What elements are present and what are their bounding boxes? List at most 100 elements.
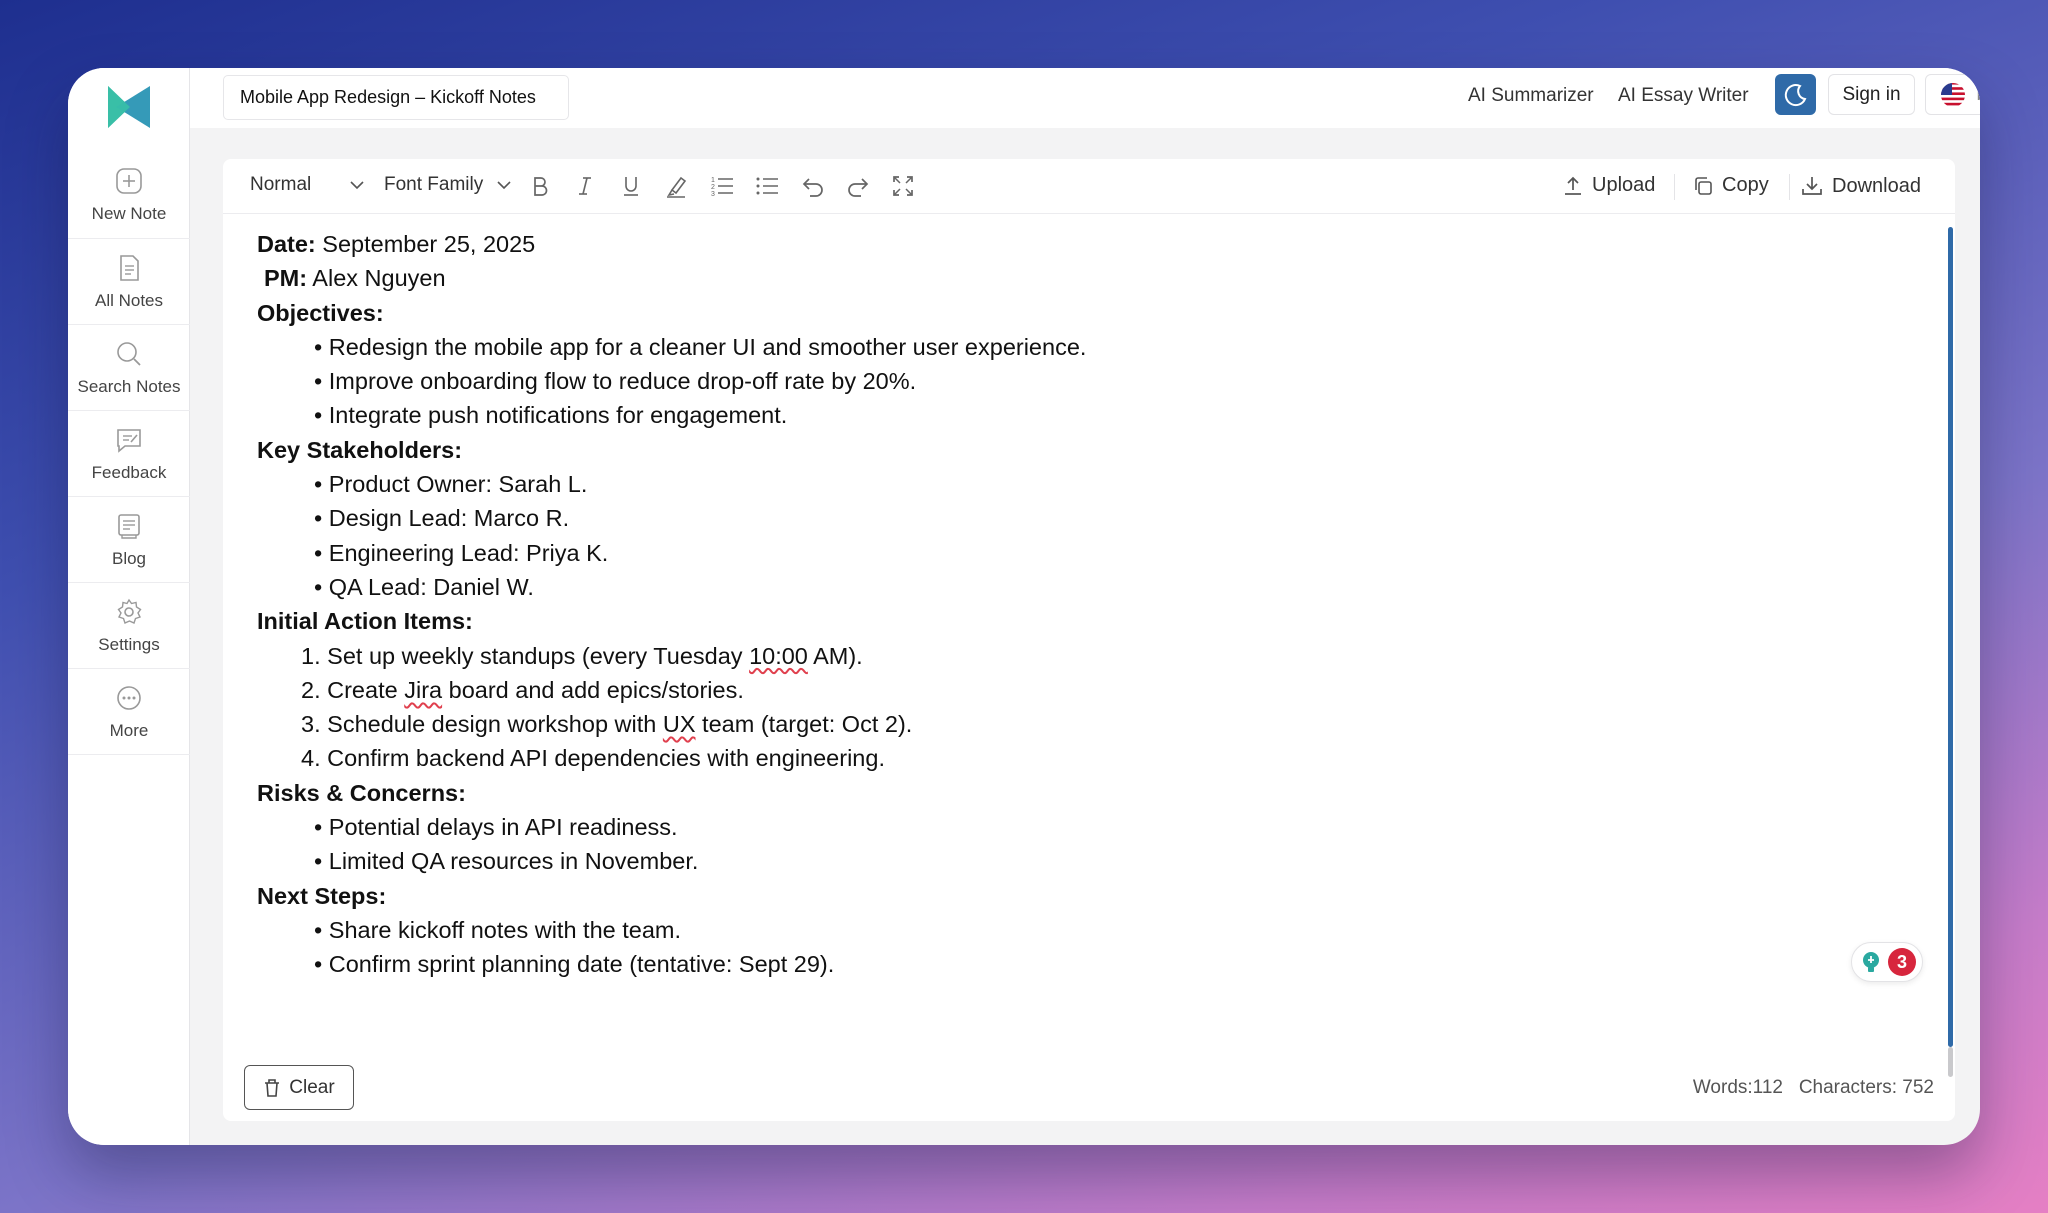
list-item: • Improve onboarding flow to reduce drop… <box>314 368 917 395</box>
download-icon <box>1802 177 1822 195</box>
sidebar-item-feedback[interactable]: Feedback <box>68 410 190 496</box>
sidebar-item-more[interactable]: More <box>68 668 190 754</box>
redo-icon[interactable] <box>845 173 871 199</box>
action-text: board and add epics/stories. <box>442 676 744 703</box>
trash-icon <box>265 1078 280 1097</box>
list-item: • QA Lead: Daniel W. <box>314 573 534 600</box>
list-item-text: Confirm sprint planning date (tentative:… <box>328 951 835 978</box>
bold-icon[interactable] <box>527 173 553 199</box>
editor-toolbar: Normal Font Family 123 Upload Copy Downl… <box>223 159 1955 214</box>
upload-button[interactable]: Upload <box>1562 174 1655 197</box>
more-icon <box>117 685 141 710</box>
language-selector[interactable]: EN <box>1925 74 1980 115</box>
font-family-select[interactable]: Font Family <box>384 174 511 196</box>
lightbulb-icon <box>1863 952 1879 972</box>
chevron-down-icon <box>497 181 511 190</box>
undo-icon[interactable] <box>800 173 826 199</box>
sidebar-item-label: Blog <box>111 548 147 568</box>
document-stats: Words:112 Characters: 752 <box>1693 1077 1934 1099</box>
sidebar-item-label: Feedback <box>91 462 167 482</box>
sidebar-item-settings[interactable]: Settings <box>68 582 190 668</box>
list-item: • Engineering Lead: Priya K. <box>314 539 609 566</box>
sidebar-divider <box>68 754 190 755</box>
action-text: Set up weekly standups (every Tuesday <box>327 642 750 669</box>
bullet-list-icon[interactable] <box>754 173 780 199</box>
date-line: Date: September 25, 2025 <box>257 227 1917 261</box>
toolbar-divider <box>1674 174 1675 200</box>
us-flag-icon <box>1941 82 1966 107</box>
ai-summarizer-link[interactable]: AI Summarizer <box>1468 85 1594 107</box>
underline-icon[interactable] <box>618 173 644 199</box>
action-text: team (target: Oct 2). <box>695 711 913 738</box>
spelling-flag[interactable]: Jira <box>404 677 442 703</box>
numbered-item: 3. Schedule design workshop with UX team… <box>301 711 913 738</box>
document-icon <box>120 254 139 281</box>
date-label: Date: <box>257 231 316 257</box>
stakeholders-heading: Key Stakeholders: <box>257 436 463 463</box>
copy-icon <box>1695 176 1712 195</box>
scrollbar-thumb[interactable] <box>1948 227 1953 1047</box>
numbered-item: 1. Set up weekly standups (every Tuesday… <box>301 642 863 669</box>
list-item: • Integrate push notifications for engag… <box>314 402 788 429</box>
feedback-icon <box>117 428 141 453</box>
actions-heading: Initial Action Items: <box>257 608 473 635</box>
ai-essay-writer-link[interactable]: AI Essay Writer <box>1618 85 1749 107</box>
text-style-select[interactable]: Normal <box>250 174 364 196</box>
sidebar-item-label: Search Notes <box>77 376 181 396</box>
app-window: New Note All Notes Search Notes Feedback… <box>68 68 1980 1145</box>
sidebar-item-label: All Notes <box>94 290 164 310</box>
next-steps-heading: Next Steps: <box>257 882 387 909</box>
note-title-input[interactable]: Mobile App Redesign – Kickoff Notes <box>223 75 569 120</box>
sidebar-item-blog[interactable]: Blog <box>68 496 190 582</box>
list-item-text: Improve onboarding flow to reduce drop-o… <box>328 368 917 395</box>
copy-button[interactable]: Copy <box>1692 174 1769 197</box>
sidebar-item-new-note[interactable]: New Note <box>68 152 190 238</box>
numbered-item: 4. Confirm backend API dependencies with… <box>301 745 885 772</box>
upload-icon <box>1565 176 1581 195</box>
sidebar-item-label: More <box>109 720 149 740</box>
moon-icon <box>1784 83 1806 106</box>
list-item-text: Engineering Lead: Priya K. <box>328 539 609 566</box>
list-item: • Share kickoff notes with the team. <box>314 916 682 943</box>
app-logo[interactable] <box>104 82 154 132</box>
upload-label: Upload <box>1592 174 1656 196</box>
sidebar-item-search-notes[interactable]: Search Notes <box>68 324 190 410</box>
svg-text:3: 3 <box>711 191 715 198</box>
grammar-checker-badge[interactable]: 3 <box>1851 942 1923 982</box>
list-item-text: QA Lead: Daniel W. <box>328 573 534 600</box>
sign-in-button[interactable]: Sign in <box>1828 74 1915 115</box>
highlighter-icon[interactable] <box>663 173 689 199</box>
list-item-text: Share kickoff notes with the team. <box>328 916 682 943</box>
dark-mode-toggle[interactable] <box>1775 74 1816 115</box>
sidebar: New Note All Notes Search Notes Feedback… <box>68 68 190 1145</box>
font-family-value: Font Family <box>384 174 484 195</box>
action-text: Schedule design workshop with <box>327 711 663 738</box>
list-item: • Potential delays in API readiness. <box>314 814 678 841</box>
gear-icon <box>117 598 142 624</box>
download-button[interactable]: Download <box>1800 174 1921 198</box>
editor-content[interactable]: Date: September 25, 2025 PM: Alex Nguyen… <box>257 227 1917 982</box>
risks-heading: Risks & Concerns: <box>257 779 466 806</box>
list-item-text: Design Lead: Marco R. <box>328 505 570 532</box>
fullscreen-icon[interactable] <box>890 173 916 199</box>
spelling-flag[interactable]: UX <box>663 711 696 737</box>
top-bar: Mobile App Redesign – Kickoff Notes AI S… <box>190 68 1980 128</box>
plus-circle-icon <box>116 168 142 194</box>
language-label: EN <box>1976 84 1980 106</box>
copy-label: Copy <box>1722 174 1769 196</box>
svg-text:1: 1 <box>711 177 715 184</box>
ordered-list-icon[interactable]: 123 <box>709 173 735 199</box>
scrollbar-track[interactable] <box>1948 1047 1953 1077</box>
clear-button[interactable]: Clear <box>244 1065 354 1110</box>
pm-value: Alex Nguyen <box>307 265 446 292</box>
spelling-flag[interactable]: 10:00 <box>749 643 808 669</box>
list-item: • Confirm sprint planning date (tentativ… <box>314 951 835 978</box>
list-item-text: Potential delays in API readiness. <box>328 814 678 841</box>
italic-icon[interactable] <box>572 173 598 199</box>
character-count: Characters: 752 <box>1798 1077 1934 1098</box>
objectives-heading: Objectives: <box>257 299 384 326</box>
list-item: • Design Lead: Marco R. <box>314 505 570 532</box>
action-text: Create <box>327 676 405 703</box>
list-item-text: Product Owner: Sarah L. <box>328 471 588 498</box>
sidebar-item-all-notes[interactable]: All Notes <box>68 238 190 324</box>
